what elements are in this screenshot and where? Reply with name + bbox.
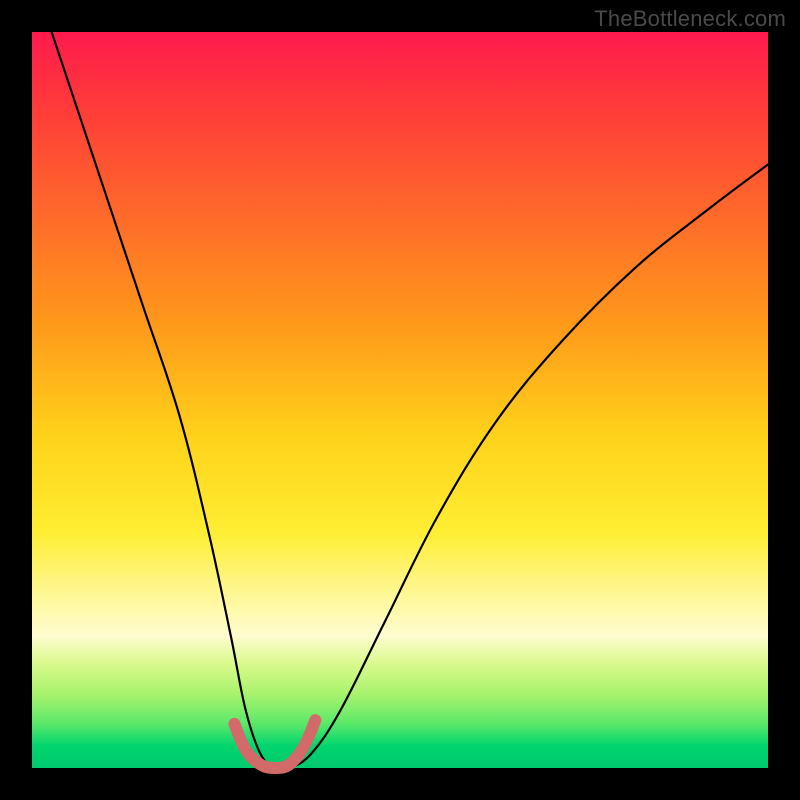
chart-svg xyxy=(32,32,768,768)
watermark-text: TheBottleneck.com xyxy=(594,6,786,32)
chart-plot-area xyxy=(32,32,768,768)
chart-curve xyxy=(32,0,768,770)
